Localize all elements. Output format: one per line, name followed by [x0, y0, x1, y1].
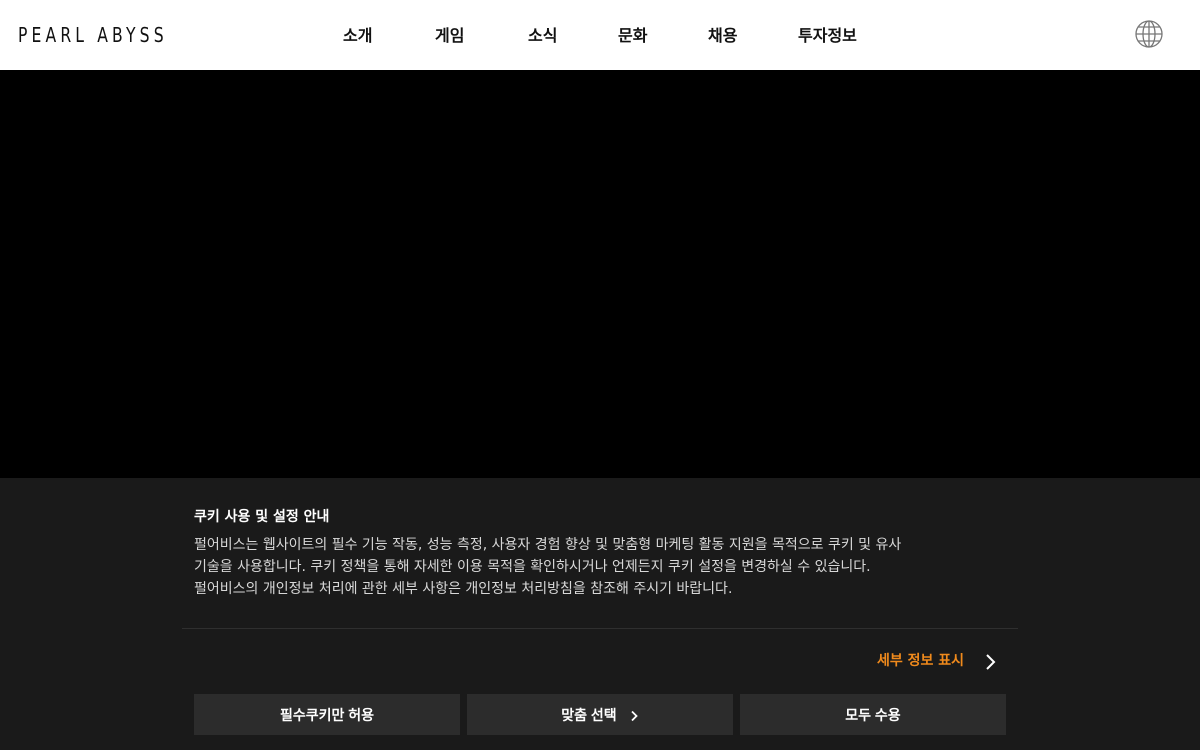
cookie-banner-body: 펄어비스는 웹사이트의 필수 기능 작동, 성능 측정, 사용자 경험 향상 및… — [194, 534, 994, 600]
hero-video-area — [0, 70, 1200, 478]
nav-item-news[interactable]: 소식 — [528, 24, 557, 48]
nav-item-about[interactable]: 소개 — [343, 24, 372, 48]
essential-only-label: 필수쿠키만 허용 — [279, 706, 375, 723]
cookie-consent-banner: 쿠키 사용 및 설정 안내 펄어비스는 웹사이트의 필수 기능 작동, 성능 측… — [0, 478, 1200, 750]
globe-icon[interactable] — [1134, 19, 1164, 49]
cookie-body-line: 기술을 사용합니다. 쿠키 정책을 통해 자세한 이용 목적을 확인하시거나 언… — [194, 559, 871, 575]
nav-item-careers[interactable]: 채용 — [708, 24, 737, 48]
accept-all-button[interactable]: 모두 수용 — [740, 694, 1006, 735]
nav-item-investors[interactable]: 투자정보 — [798, 24, 857, 48]
chevron-right-icon[interactable] — [984, 653, 998, 671]
nav-item-culture[interactable]: 문화 — [618, 24, 647, 48]
main-nav: 소개 게임 소식 문화 채용 투자정보 — [0, 0, 1200, 70]
divider — [182, 628, 1018, 629]
site-header: PEARL ABYSS 소개 게임 소식 문화 채용 투자정보 — [0, 0, 1200, 70]
chevron-right-icon — [629, 709, 639, 721]
essential-only-button[interactable]: 필수쿠키만 허용 — [194, 694, 460, 735]
cookie-banner-title: 쿠키 사용 및 설정 안내 — [194, 509, 330, 525]
nav-item-games[interactable]: 게임 — [435, 24, 464, 48]
cookie-body-line: 펄어비스의 개인정보 처리에 관한 세부 사항은 개인정보 처리방침을 참조해 … — [194, 581, 733, 597]
custom-select-label: 맞춤 선택 — [561, 706, 617, 723]
cookie-body-line: 펄어비스는 웹사이트의 필수 기능 작동, 성능 측정, 사용자 경험 향상 및… — [194, 537, 902, 553]
show-details-link[interactable]: 세부 정보 표시 — [877, 650, 964, 672]
custom-select-button[interactable]: 맞춤 선택 — [467, 694, 733, 735]
accept-all-label: 모두 수용 — [845, 706, 901, 723]
